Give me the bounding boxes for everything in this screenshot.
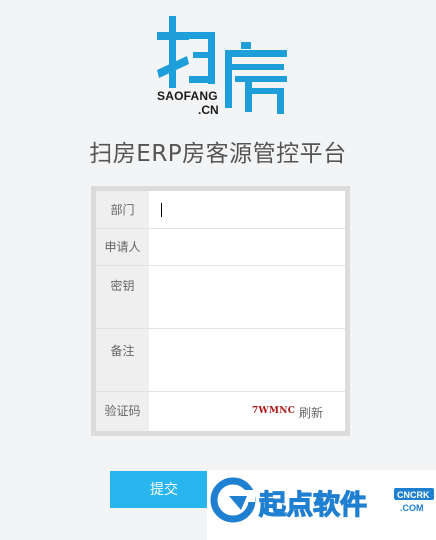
applicant-input[interactable] <box>149 229 345 265</box>
captcha-image[interactable]: 7WMNC <box>252 406 295 416</box>
cncrk-watermark: 起点软件 CNCRK .COM <box>207 470 436 540</box>
note-row: 备注 <box>96 329 345 392</box>
captcha-label: 验证码 <box>96 392 149 431</box>
key-textarea[interactable] <box>149 266 345 328</box>
captcha-row: 验证码 7WMNC 刷新 <box>96 392 345 431</box>
logo-text-saofang: SAOFANG <box>157 89 218 103</box>
applicant-label: 申请人 <box>96 229 149 265</box>
department-row: 部门 <box>96 191 345 229</box>
key-row: 密钥 <box>96 266 345 329</box>
department-label: 部门 <box>96 191 149 228</box>
applicant-row: 申请人 <box>96 229 345 266</box>
refresh-captcha-link[interactable]: 刷新 <box>299 404 323 421</box>
department-input[interactable] <box>149 191 345 228</box>
key-label: 密钥 <box>96 266 149 328</box>
note-textarea[interactable] <box>149 329 345 391</box>
apply-form: 部门 申请人 密钥 备注 验证码 7WMNC 刷新 <box>96 191 345 431</box>
note-label: 备注 <box>96 329 149 391</box>
text-cursor <box>161 203 162 217</box>
watermark-text: 起点软件 <box>259 490 367 521</box>
watermark-badge-com: .COM <box>400 503 424 513</box>
apply-form-frame: 部门 申请人 密钥 备注 验证码 7WMNC 刷新 <box>91 186 350 436</box>
watermark-badge-cncrk: CNCRK <box>397 490 430 500</box>
submit-button[interactable]: 提交 <box>110 471 218 508</box>
page-title: 扫房ERP房客源管控平台 <box>89 141 347 167</box>
captcha-input[interactable]: 7WMNC 刷新 <box>149 392 345 431</box>
logo-text-cn: .CN <box>198 103 219 117</box>
